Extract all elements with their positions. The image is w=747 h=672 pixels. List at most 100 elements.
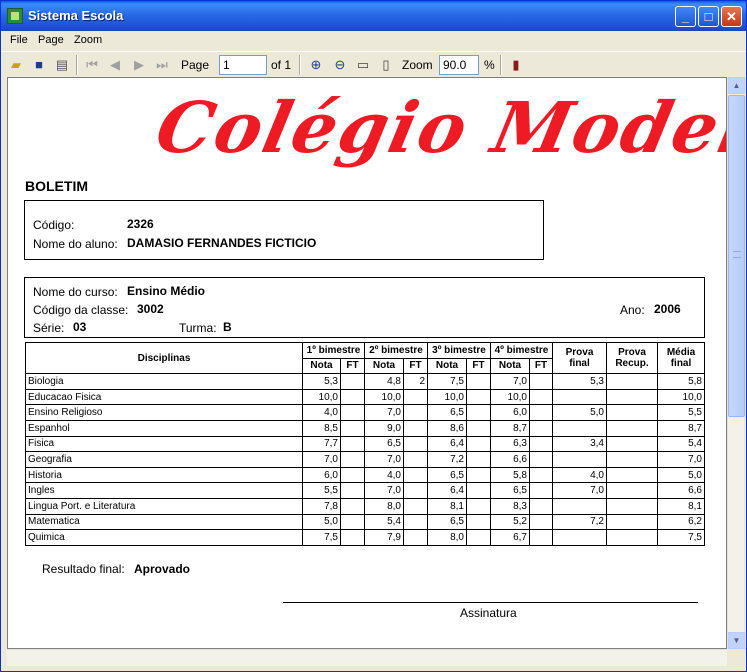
table-row: Matematica 5,0 5,4 6,5 5,2 7,2 6,2 bbox=[25, 513, 705, 531]
grade-cell: 7,5 bbox=[657, 529, 705, 546]
grade-cell bbox=[466, 466, 491, 484]
table-row: Biologia 5,3 4,8 2 7,5 7,0 5,3 5,8 bbox=[25, 373, 705, 390]
grade-cell: 6,6 bbox=[490, 451, 530, 468]
grade-cell bbox=[606, 466, 658, 484]
last-page-icon[interactable]: ⏭ bbox=[153, 56, 171, 73]
percent-label: % bbox=[484, 58, 495, 72]
previous-page-icon[interactable]: ◀ bbox=[106, 56, 124, 73]
page-width-icon[interactable]: ▭ bbox=[354, 56, 372, 73]
open-folder-icon[interactable]: ▰ bbox=[7, 56, 25, 73]
grade-cell: 6,5 bbox=[427, 404, 467, 421]
page-count-label: of 1 bbox=[271, 58, 292, 72]
grade-cell bbox=[340, 373, 365, 390]
assinatura-label: Assinatura bbox=[460, 606, 517, 620]
grade-cell: 6,0 bbox=[302, 466, 341, 484]
grade-cell: 5,8 bbox=[490, 466, 530, 484]
menu-page[interactable]: Page bbox=[38, 34, 64, 46]
grade-cell bbox=[466, 451, 491, 468]
grade-cell bbox=[403, 529, 428, 546]
close-button[interactable]: ✕ bbox=[721, 6, 742, 27]
grade-cell: 4,0 bbox=[552, 466, 607, 484]
whole-page-icon[interactable]: ▯ bbox=[377, 56, 395, 73]
title-bar[interactable]: Sistema Escola _ □ ✕ bbox=[1, 1, 746, 31]
toolbar-separator bbox=[500, 55, 502, 75]
grade-cell bbox=[403, 451, 428, 468]
page-input[interactable] bbox=[219, 55, 267, 75]
table-row: Espanhol 8,5 9,0 8,6 8,7 8,7 bbox=[25, 419, 705, 437]
grade-cell bbox=[529, 435, 553, 453]
toolbar-separator bbox=[299, 55, 301, 75]
grade-cell: 7,0 bbox=[657, 451, 705, 468]
grade-cell: 4,0 bbox=[364, 466, 404, 484]
save-icon[interactable]: ■ bbox=[30, 56, 48, 73]
grade-cell bbox=[340, 435, 365, 453]
minimize-button[interactable]: _ bbox=[675, 6, 696, 27]
grade-cell: 5,2 bbox=[490, 513, 530, 531]
grade-cell: 8,0 bbox=[427, 529, 467, 546]
subject-cell: Lingua Port. e Literatura bbox=[25, 497, 303, 515]
grade-cell bbox=[340, 419, 365, 437]
scroll-up-icon[interactable]: ▲ bbox=[728, 77, 745, 94]
table-row: Historia 6,0 4,0 6,5 5,8 4,0 5,0 bbox=[25, 466, 705, 484]
grade-cell: 8,3 bbox=[490, 497, 530, 515]
report-preview[interactable]: Colégio Modelo BOLETIM Código: 2326 Nome… bbox=[7, 77, 727, 649]
exit-door-icon[interactable]: ▮ bbox=[507, 56, 525, 73]
grade-cell bbox=[606, 373, 658, 390]
grade-cell bbox=[552, 388, 607, 406]
grade-cell bbox=[340, 404, 365, 421]
horizontal-scrollbar[interactable] bbox=[7, 649, 727, 666]
menu-zoom[interactable]: Zoom bbox=[74, 34, 102, 46]
codigo-value: 2326 bbox=[127, 217, 154, 231]
scroll-thumb[interactable] bbox=[728, 95, 745, 417]
grade-cell bbox=[606, 497, 658, 515]
zoom-in-icon[interactable]: ⊕ bbox=[307, 56, 325, 73]
grade-cell bbox=[340, 388, 365, 406]
grade-cell bbox=[403, 419, 428, 437]
curso-value: Ensino Médio bbox=[127, 284, 205, 298]
nome-value: DAMASIO FERNANDES FICTICIO bbox=[127, 236, 317, 250]
turma-label: Turma: bbox=[179, 321, 217, 335]
grade-cell bbox=[552, 419, 607, 437]
grade-cell bbox=[403, 435, 428, 453]
grade-cell: 10,0 bbox=[302, 388, 341, 406]
grade-cell: 2 bbox=[403, 373, 428, 390]
grade-cell: 7,2 bbox=[427, 451, 467, 468]
grade-cell bbox=[529, 388, 553, 406]
grade-cell bbox=[606, 482, 658, 499]
grade-cell: 5,0 bbox=[302, 513, 341, 531]
toolbar: ▰ ■ ▤ ⏮ ◀ ▶ ⏭ Page of 1 ⊕ ⊖ ▭ ▯ Zoom % ▮ bbox=[1, 51, 746, 77]
zoom-input[interactable] bbox=[439, 55, 479, 75]
grade-cell bbox=[606, 435, 658, 453]
resultado-label: Resultado final: bbox=[42, 562, 125, 576]
grade-cell: 8,7 bbox=[490, 419, 530, 437]
grade-cell bbox=[466, 529, 491, 546]
table-row: Fisica 7,7 6,5 6,4 6,3 3,4 5,4 bbox=[25, 435, 705, 453]
grade-cell: 7,7 bbox=[302, 435, 341, 453]
maximize-button[interactable]: □ bbox=[698, 6, 719, 27]
grade-cell: 4,8 bbox=[364, 373, 404, 390]
first-page-icon[interactable]: ⏮ bbox=[83, 56, 101, 73]
zoom-out-icon[interactable]: ⊖ bbox=[331, 56, 349, 73]
grade-cell: 6,4 bbox=[427, 482, 467, 499]
col-bimestre-2: 2º bimestre bbox=[364, 342, 428, 359]
menu-file[interactable]: File bbox=[10, 34, 28, 46]
col-ft: FT bbox=[403, 357, 428, 375]
grade-cell bbox=[529, 373, 553, 390]
vertical-scrollbar[interactable]: ▲ ▼ bbox=[727, 77, 745, 649]
scroll-down-icon[interactable]: ▼ bbox=[728, 632, 745, 649]
print-icon[interactable]: ▤ bbox=[53, 56, 71, 73]
grades-table: Disciplinas 1º bimestre 2º bimestre 3º b… bbox=[25, 341, 705, 546]
grade-cell bbox=[606, 529, 658, 546]
turma-value: B bbox=[223, 320, 232, 334]
grade-cell bbox=[466, 435, 491, 453]
subject-cell: Historia bbox=[25, 466, 303, 484]
grade-cell bbox=[552, 451, 607, 468]
next-page-icon[interactable]: ▶ bbox=[130, 56, 148, 73]
resultado-value: Aprovado bbox=[134, 562, 191, 576]
grade-cell bbox=[606, 404, 658, 421]
grade-cell: 5,3 bbox=[552, 373, 607, 390]
col-nota: Nota bbox=[302, 357, 341, 375]
grade-cell: 8,5 bbox=[302, 419, 341, 437]
grade-cell: 5,8 bbox=[657, 373, 705, 390]
grade-cell bbox=[466, 404, 491, 421]
